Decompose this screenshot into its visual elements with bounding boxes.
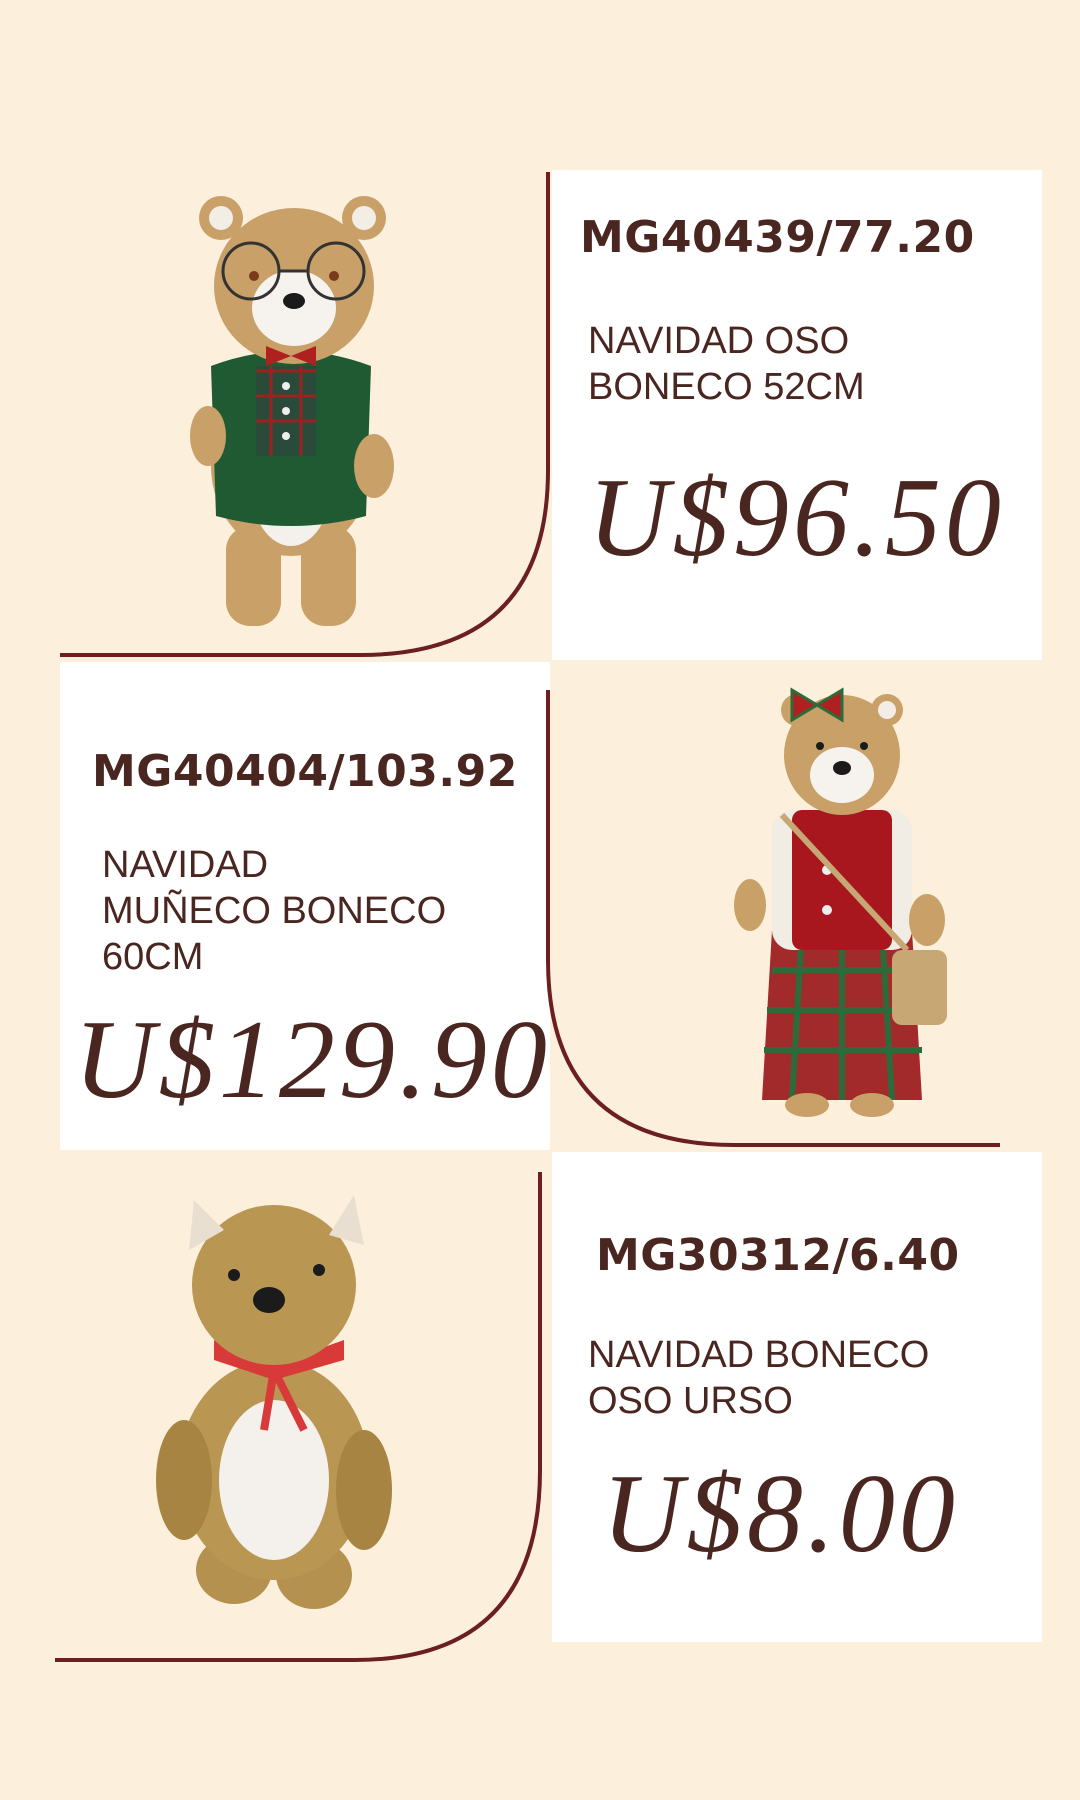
product-1-price: U$96.50 xyxy=(588,456,1005,580)
product-3-description: NAVIDAD BONECO OSO URSO xyxy=(588,1334,930,1422)
product-1-description: NAVIDAD OSO BONECO 52CM xyxy=(588,320,865,408)
product-2-price: U$129.90 xyxy=(74,998,551,1122)
product-2-code: MG40404/103.92 xyxy=(92,746,518,797)
product-2-description: NAVIDAD MUÑECO BONECO 60CM xyxy=(102,844,447,978)
product-3-price: U$8.00 xyxy=(602,1452,959,1576)
product-3-code: MG30312/6.40 xyxy=(596,1230,960,1281)
straw-bear-image xyxy=(156,1195,392,1609)
bear-with-glasses-image xyxy=(190,196,394,626)
product-1-code: MG40439/77.20 xyxy=(580,212,975,263)
bear-girl-image xyxy=(734,687,947,1117)
